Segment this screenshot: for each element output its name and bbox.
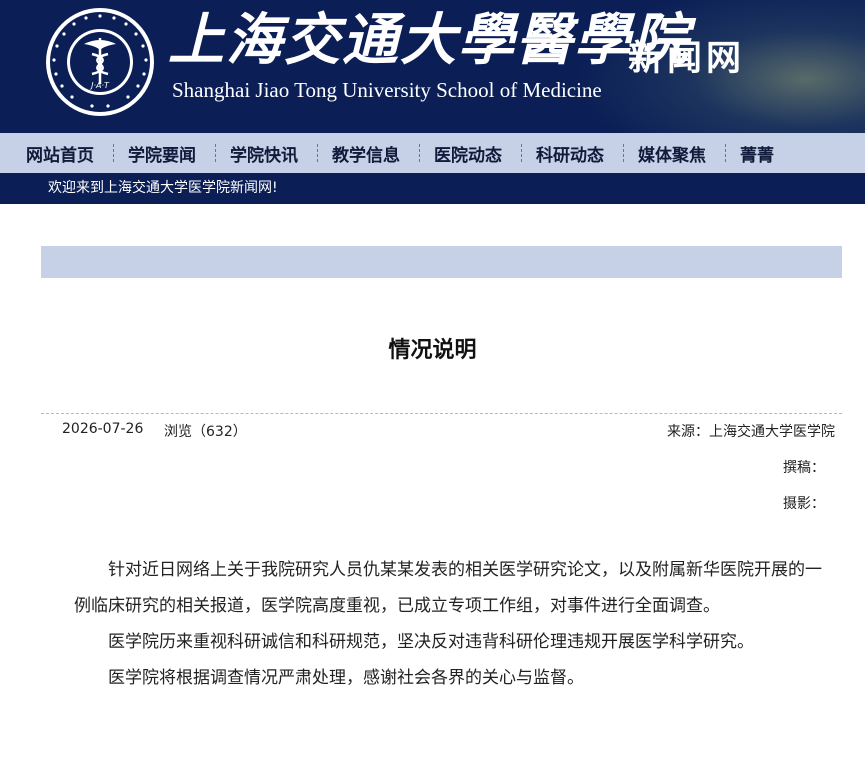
site-name: 新闻网 bbox=[628, 39, 746, 79]
article-views: 浏览（632） bbox=[164, 424, 247, 440]
article-photographer: 摄影： bbox=[783, 496, 825, 512]
article-body: 针对近日网络上关于我院研究人员仇某某发表的相关医学研究论文，以及附属新华医院开展… bbox=[74, 552, 834, 696]
nav-divider bbox=[317, 144, 318, 162]
caduceus-seal-icon: J·A·T bbox=[46, 8, 154, 116]
article-title: 情况说明 bbox=[388, 338, 477, 363]
article-date: 2026-07-26 bbox=[62, 421, 144, 437]
nav-item-hospital-news[interactable]: 医院动态 bbox=[434, 133, 502, 173]
nav-item-college-briefs[interactable]: 学院快讯 bbox=[230, 133, 298, 173]
nav-item-home[interactable]: 网站首页 bbox=[26, 133, 94, 173]
article-paragraph: 针对近日网络上关于我院研究人员仇某某发表的相关医学研究论文，以及附属新华医院开展… bbox=[74, 560, 822, 616]
article-title-strip bbox=[41, 246, 842, 278]
nav-item-label: 媒体聚焦 bbox=[638, 145, 706, 166]
nav-divider bbox=[215, 144, 216, 162]
header-banner: J·A·T 上海交通大學醫學院 Shanghai Jiao Tong Unive… bbox=[0, 0, 865, 133]
school-name-en: Shanghai Jiao Tong University School of … bbox=[172, 78, 602, 102]
school-seal-logo[interactable]: J·A·T bbox=[44, 6, 156, 118]
nav-item-label: 医院动态 bbox=[434, 145, 502, 166]
article-author: 撰稿： bbox=[783, 460, 825, 476]
meta-divider bbox=[41, 413, 842, 414]
nav-item-label: 教学信息 bbox=[332, 145, 400, 166]
nav-divider bbox=[419, 144, 420, 162]
nav-divider bbox=[521, 144, 522, 162]
nav-item-media-focus[interactable]: 媒体聚焦 bbox=[638, 133, 706, 173]
nav-divider bbox=[113, 144, 114, 162]
nav-item-teaching-info[interactable]: 教学信息 bbox=[332, 133, 400, 173]
nav-item-college-news[interactable]: 学院要闻 bbox=[128, 133, 196, 173]
nav-item-label: 学院快讯 bbox=[230, 145, 298, 166]
svg-text:J·A·T: J·A·T bbox=[89, 81, 110, 90]
article-source: 来源：上海交通大学医学院 bbox=[667, 424, 835, 440]
article-paragraph: 医学院历来重视科研诚信和科研规范，坚决反对违背科研伦理违规开展医学科学研究。 bbox=[108, 632, 754, 652]
nav-divider bbox=[623, 144, 624, 162]
nav-item-research-news[interactable]: 科研动态 bbox=[536, 133, 604, 173]
school-name-cn: 上海交通大學醫學院 bbox=[168, 7, 690, 73]
nav-item-label: 科研动态 bbox=[536, 145, 604, 166]
nav-item-jingjing[interactable]: 菁菁 bbox=[740, 133, 774, 173]
nav-divider bbox=[725, 144, 726, 162]
nav-item-label: 网站首页 bbox=[26, 145, 94, 166]
main-nav: 网站首页 学院要闻 学院快讯 教学信息 医院动态 科研动态 媒体聚焦 菁菁 bbox=[0, 133, 865, 173]
nav-item-label: 菁菁 bbox=[740, 145, 774, 166]
welcome-bar: 欢迎来到上海交通大学医学院新闻网! bbox=[0, 173, 865, 204]
nav-item-label: 学院要闻 bbox=[128, 145, 196, 166]
article-paragraph: 医学院将根据调查情况严肃处理，感谢社会各界的关心与监督。 bbox=[108, 668, 584, 688]
